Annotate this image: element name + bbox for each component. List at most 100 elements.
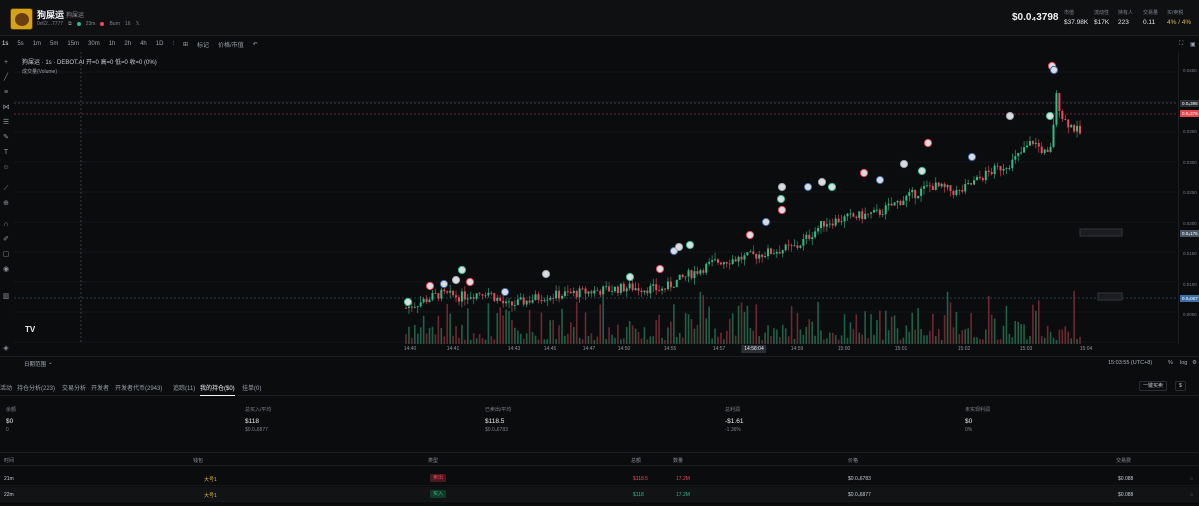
candle-body — [684, 276, 687, 278]
volume-bar — [617, 324, 619, 344]
candle-body — [843, 216, 846, 222]
candle-type-icon[interactable]: ⊞ — [183, 41, 188, 48]
col-fee[interactable]: 交易费 — [1116, 457, 1131, 464]
price-tick-label: 0.0200 — [1183, 220, 1197, 226]
price-chart[interactable] — [14, 52, 1176, 344]
candle-body — [920, 188, 923, 196]
trendline-icon[interactable]: ╱ — [2, 74, 10, 82]
price-axis[interactable]: 0.04500.04000.03500.03000.02500.02000.01… — [1178, 52, 1199, 344]
screenshot-icon[interactable]: ▣ — [1190, 41, 1196, 48]
tab-orders[interactable]: 挂单(0) — [242, 383, 261, 392]
magnet-icon[interactable]: ∩ — [2, 221, 10, 229]
layers-icon[interactable]: ◈ — [2, 345, 10, 353]
interval-1d[interactable]: 1D — [156, 41, 164, 47]
chevron-down-icon[interactable]: ⌄ — [48, 360, 53, 366]
ruler-icon[interactable]: ⟋ — [2, 185, 10, 193]
volume-bar — [896, 328, 899, 344]
interval-15m[interactable]: 15m — [67, 41, 79, 47]
volume-bar — [893, 315, 896, 344]
tradingview-logo-icon: TV — [25, 325, 36, 334]
date-range-select[interactable]: 日期范围 — [24, 360, 46, 368]
quick-trade-button[interactable]: 一键买卖 — [1139, 381, 1168, 391]
interval-5m[interactable]: 5m — [50, 41, 58, 47]
candle-body — [769, 248, 772, 254]
more-icon[interactable]: ◌ — [1190, 476, 1193, 482]
mark-toggle[interactable]: 标记 — [197, 40, 209, 49]
tab-tracking[interactable]: 追踪(11) — [173, 383, 195, 392]
crosshair-icon[interactable]: + — [2, 59, 10, 67]
undo-icon[interactable]: ↶ — [253, 41, 258, 48]
price-mcap-toggle[interactable]: 价格/市值 — [218, 40, 244, 49]
volume-bar — [937, 329, 940, 344]
fib-icon[interactable]: ⋈ — [2, 104, 10, 112]
zoom-icon[interactable]: ⊕ — [2, 200, 10, 208]
lock-icon[interactable]: ▢ — [2, 251, 10, 259]
volume-bar — [1037, 300, 1040, 344]
volume-bar — [784, 328, 787, 344]
more-icon[interactable]: ◌ — [1190, 492, 1193, 498]
currency-toggle-button[interactable]: $ — [1175, 381, 1186, 391]
volume-bar — [452, 335, 454, 344]
table-row[interactable]: 22m 大号1 买入 $118 17.2M $0.0₄6877 $0.088 ◌ — [0, 487, 1199, 502]
trade-marker-icon — [674, 242, 684, 252]
time-tick-label: 14:47 — [582, 346, 596, 352]
tab-developer[interactable]: 开发者 — [91, 383, 109, 392]
candle-body — [490, 292, 493, 294]
candle-body — [605, 286, 608, 288]
brush-icon[interactable]: ✎ — [2, 134, 10, 142]
volume-bar — [408, 326, 410, 344]
candle-body — [975, 176, 978, 181]
col-time[interactable]: 时间 — [4, 457, 14, 464]
log-toggle[interactable]: log — [1180, 360, 1187, 366]
volume-bar — [834, 334, 837, 344]
interval-1s[interactable]: 1s — [2, 41, 8, 47]
time-axis[interactable]: 14:40 14:41 14:43 14:45 14:47 14:50 14:55 14:57… — [14, 344, 1176, 354]
tab-my-positions[interactable]: 我的持仓($0) — [200, 383, 235, 396]
channel-icon[interactable]: ☰ — [2, 119, 10, 127]
interval-4h[interactable]: 4h — [140, 41, 147, 47]
lock-draw-icon[interactable]: ✐ — [2, 236, 10, 244]
x-social-icon[interactable]: 𝕏 — [136, 21, 140, 27]
text-tool-icon[interactable]: T — [2, 149, 10, 157]
candle-body — [905, 195, 908, 201]
candle-body — [1028, 141, 1031, 146]
col-price[interactable]: 价格 — [848, 457, 858, 464]
interval-1h[interactable]: 1h — [109, 41, 116, 47]
trash-icon[interactable]: ▥ — [2, 293, 10, 301]
hline-icon[interactable]: ≡ — [2, 89, 10, 97]
visibility-icon[interactable]: ◉ — [2, 266, 10, 274]
tab-trade-analysis[interactable]: 交易分析 — [62, 383, 86, 392]
candle-body — [619, 283, 622, 293]
fullscreen-icon[interactable]: ⛶ — [1179, 41, 1183, 48]
price-tick-label: 0.0300 — [1183, 159, 1197, 165]
settings-icon[interactable]: ⚙ — [1192, 360, 1197, 366]
candle-body — [990, 172, 993, 175]
percent-toggle[interactable]: % — [1168, 360, 1173, 366]
col-type[interactable]: 类型 — [428, 457, 438, 464]
candle-body — [819, 221, 822, 229]
interval-30m[interactable]: 30m — [88, 41, 100, 47]
tab-holders[interactable]: 持仓分析(223) — [17, 383, 55, 392]
candle-body — [716, 259, 719, 263]
tab-activity[interactable]: 活动 — [0, 383, 12, 392]
candle-body — [1064, 119, 1067, 120]
candle-body — [878, 209, 881, 215]
volume-bar — [414, 324, 416, 344]
volume-bar — [787, 336, 790, 344]
volume-bar — [740, 302, 743, 344]
emoji-icon[interactable]: ☺ — [2, 164, 10, 172]
indicator-icon[interactable]: ⫶ — [172, 41, 174, 48]
tab-dev-tokens[interactable]: 开发者代币(2943) — [115, 383, 162, 392]
volume-bar — [1032, 304, 1034, 344]
chart-time[interactable]: 15:03:55 (UTC+8) — [1108, 360, 1152, 366]
volume-bar — [405, 334, 407, 344]
contract-address[interactable]: 0x62...7777 — [37, 21, 63, 27]
candle-body — [672, 287, 675, 288]
col-amount[interactable]: 总额 — [631, 457, 641, 464]
interval-5s[interactable]: 5s — [17, 41, 23, 47]
copy-icon[interactable]: ⧉ — [68, 21, 72, 27]
table-row[interactable]: 21m 大号1 卖出 $118.5 17.2M $0.0₄6783 $0.088… — [0, 471, 1199, 486]
interval-1m[interactable]: 1m — [33, 41, 41, 47]
interval-2h[interactable]: 2h — [124, 41, 131, 47]
candle-body — [755, 253, 758, 259]
